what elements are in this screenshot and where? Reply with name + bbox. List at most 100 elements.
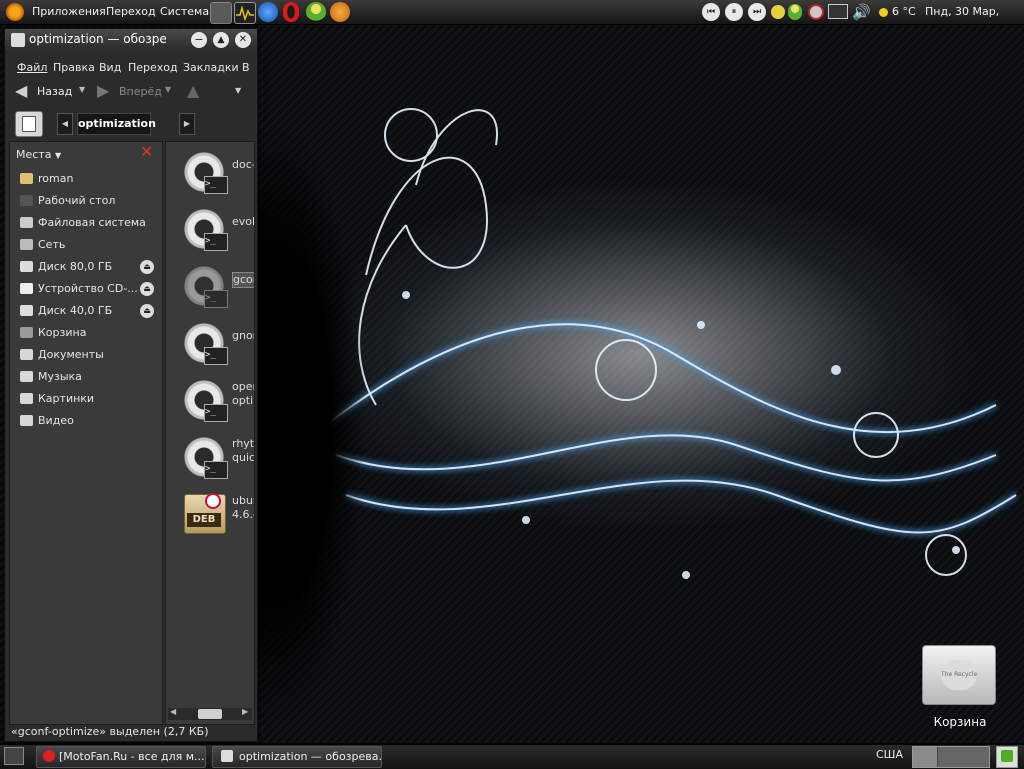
taskbar-item-motofan[interactable]: [MotoFan.Ru - все для м... [36,746,206,768]
volume-icon[interactable]: 🔊 [852,2,871,22]
scroll-left-arrow-icon[interactable]: ◀ [170,707,176,716]
menu-go[interactable]: Переход [128,61,178,74]
back-dropdown-icon[interactable]: ▼ [79,85,85,94]
sidebar-item-8[interactable]: Корзина [16,322,162,344]
sidebar-item-6[interactable]: Устройство CD-... ⏏ [16,278,162,300]
display-icon[interactable] [828,4,848,19]
file-name-line: gconf [233,273,254,286]
toolbar-overflow-icon[interactable]: ▼ [235,86,241,95]
title-bar[interactable]: optimization — обозре − ▲ ✕ [5,29,257,51]
clock[interactable]: Пнд, 30 Мар, 13:34 [925,0,1024,42]
network-disabled-icon[interactable] [808,4,824,20]
taskbar-item-file-browser[interactable]: optimization — обозрева... [212,746,382,768]
sidebar-item-label: Сеть [38,238,66,251]
file-item[interactable]: >_ gconf [178,260,254,312]
prev-track-icon[interactable]: ⏮ [702,3,720,21]
drive-icon [20,305,33,316]
next-track-icon[interactable]: ⏭ [748,3,766,21]
up-arrow-icon[interactable]: ▲ [187,81,199,100]
file-name: opencoptim [232,380,254,408]
workspace-1[interactable] [913,747,938,767]
file-name-line: quick [232,451,255,464]
minimize-button[interactable]: − [191,32,207,48]
file-item[interactable]: >_ evolu [178,203,254,255]
path-scroll-right-button[interactable]: ▶ [179,113,195,135]
menu-view[interactable]: Вид [99,61,121,74]
close-sidebar-button[interactable]: ✕ [140,144,156,160]
file-item[interactable]: >_rhythquick [178,431,255,483]
horizontal-scrollbar[interactable]: ◀ ▶ [168,707,252,720]
file-name-line: doc-c [232,158,254,171]
file-name: rhythquick [232,437,255,465]
applications-menu[interactable]: Приложения [32,0,106,24]
opera-browser-icon[interactable] [283,2,299,22]
sidebar-item-11[interactable]: Картинки [16,388,162,410]
sidebar-item-label: Видео [38,414,74,427]
menubar: Файл Правка Вид Переход Закладки В [5,59,257,77]
maximize-button[interactable]: ▲ [213,32,229,48]
sidebar-item-label: Рабочий стол [38,194,116,207]
sidebar-item-7[interactable]: Диск 40,0 ГБ ⏏ [16,300,162,322]
terminal-icon: >_ [204,176,228,194]
sidebar-item-4[interactable]: Сеть [16,234,162,256]
sidebar-item-2[interactable]: Рабочий стол [16,190,162,212]
executable-script-icon: >_ [182,207,228,251]
back-label: Назад [37,85,73,98]
menu-file[interactable]: Файл [17,61,47,74]
keyboard-layout-indicator[interactable]: США [876,748,903,761]
media-player-icon[interactable] [330,2,350,22]
contact-icon[interactable] [788,4,802,20]
places-menu[interactable]: Переход [106,0,156,24]
file-item[interactable]: >_ gnom [178,317,254,369]
file-name-line: 4.6.d [232,508,254,521]
sidebar-item-9[interactable]: Документы [16,344,162,366]
pause-icon[interactable]: ⏸ [725,3,743,21]
waveform-icon [236,5,254,22]
sidebar-item-12[interactable]: Видео [16,410,162,432]
folder-icon [20,415,33,426]
sidebar-item-10[interactable]: Музыка [16,366,162,388]
sidebar-item-5[interactable]: Диск 80,0 ГБ ⏏ [16,256,162,278]
weather-sun-icon [879,8,888,17]
sidebar-item-3[interactable]: Файловая система [16,212,162,234]
sidebar-header-dropdown[interactable]: Места ▼ [16,148,96,164]
sidebar-item-label: Корзина [38,326,87,339]
file-name-line: rhyth [232,437,255,450]
file-item[interactable]: >_opencoptim [178,374,254,426]
workspace-switcher[interactable] [912,746,990,768]
toggle-location-button[interactable] [15,111,43,137]
menu-more[interactable]: В [242,61,250,74]
eject-icon[interactable]: ⏏ [140,304,154,318]
ubuntu-logo-icon[interactable] [6,3,24,21]
scroll-right-arrow-icon[interactable]: ▶ [242,707,248,716]
folder-icon [221,750,233,762]
messenger-icon[interactable] [306,2,326,22]
system-monitor-icon[interactable] [234,2,256,24]
power-icon[interactable] [258,2,278,22]
notes-icon[interactable] [771,5,785,19]
scrollbar-thumb[interactable] [198,709,222,719]
close-button[interactable]: ✕ [235,32,251,48]
eject-icon[interactable]: ⏏ [140,260,154,274]
file-name: gnom [232,329,254,343]
system-menu[interactable]: Система [160,0,209,24]
file-name: gconf [232,272,254,288]
menu-bookmarks[interactable]: Закладки [183,61,239,74]
forward-dropdown-icon[interactable]: ▼ [165,85,171,94]
file-item[interactable]: >_ doc-c [178,146,254,198]
trash-icon [20,327,33,338]
back-button[interactable]: ◀ Назад ▼ [13,81,87,103]
weather-temperature[interactable]: 6 °C [892,0,916,24]
sidebar-item-1[interactable]: roman [16,168,162,190]
file-name-line: optim [232,394,254,407]
forward-button[interactable]: ▶ Вперёд ▼ [95,81,179,103]
desktop-trash[interactable]: The Recycler Корзина [918,639,1002,735]
show-desktop-button[interactable] [4,747,24,765]
menu-edit[interactable]: Правка [53,61,95,74]
terminal-launcher-icon[interactable] [210,2,232,24]
file-item[interactable]: DEB ubunt4.6.d [178,488,254,540]
path-button-optimization[interactable]: optimization [77,113,156,135]
eject-icon[interactable]: ⏏ [140,282,154,296]
path-scroll-left-button[interactable]: ◀ [57,113,73,135]
update-notifier-icon[interactable] [996,746,1018,768]
